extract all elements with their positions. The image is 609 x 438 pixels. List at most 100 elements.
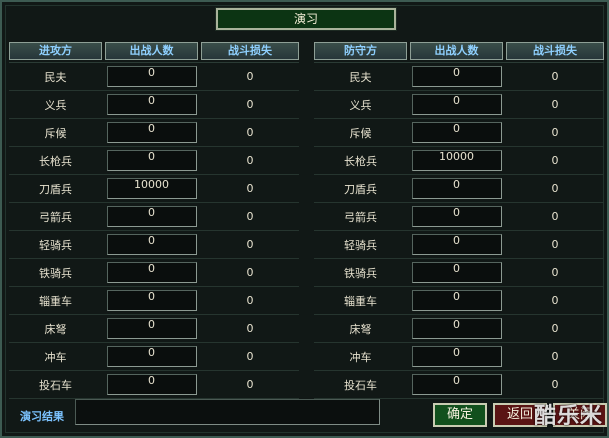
attacker-unit-row: 斥候 0 0 bbox=[9, 119, 299, 147]
unit-count-cell: 0 bbox=[410, 318, 503, 339]
defender-unit-row: 刀盾兵 0 0 bbox=[314, 175, 604, 203]
unit-loss: 0 bbox=[246, 126, 254, 139]
unit-count-cell: 0 bbox=[410, 374, 503, 395]
defender-unit-row: 长枪兵 10000 0 bbox=[314, 147, 604, 175]
confirm-button[interactable]: 确定 bbox=[433, 403, 487, 427]
defender-unit-row: 民夫 0 0 bbox=[314, 63, 604, 91]
defender-unit-row: 弓箭兵 0 0 bbox=[314, 203, 604, 231]
unit-count-cell: 0 bbox=[410, 66, 503, 87]
unit-count-cell: 0 bbox=[410, 206, 503, 227]
unit-loss: 0 bbox=[246, 98, 254, 111]
unit-name: 冲车 bbox=[44, 350, 67, 364]
unit-count-input[interactable]: 0 bbox=[411, 374, 502, 395]
window-title: 演习 bbox=[215, 7, 397, 31]
defender-unit-row: 投石车 0 0 bbox=[314, 371, 604, 399]
unit-loss: 0 bbox=[551, 154, 559, 167]
unit-count-input[interactable]: 0 bbox=[411, 206, 502, 227]
unit-count-input[interactable]: 0 bbox=[411, 318, 502, 339]
unit-name: 冲车 bbox=[349, 350, 372, 364]
unit-loss: 0 bbox=[551, 98, 559, 111]
unit-count-input[interactable]: 0 bbox=[411, 346, 502, 367]
defender-header-side: 防守方 bbox=[314, 42, 407, 60]
unit-count-input[interactable]: 10000 bbox=[106, 178, 197, 199]
unit-count-cell: 10000 bbox=[410, 150, 503, 171]
attacker-header-loss: 战斗损失 bbox=[201, 42, 299, 60]
attacker-unit-row: 弓箭兵 0 0 bbox=[9, 203, 299, 231]
unit-count-cell: 0 bbox=[105, 94, 198, 115]
attacker-unit-row: 轻骑兵 0 0 bbox=[9, 231, 299, 259]
attacker-header-count: 出战人数 bbox=[105, 42, 198, 60]
unit-count-input[interactable]: 0 bbox=[411, 66, 502, 87]
unit-loss: 0 bbox=[551, 322, 559, 335]
defender-unit-row: 轻骑兵 0 0 bbox=[314, 231, 604, 259]
unit-name: 长枪兵 bbox=[344, 154, 377, 168]
unit-name: 铁骑兵 bbox=[344, 266, 377, 280]
unit-count-cell: 10000 bbox=[105, 178, 198, 199]
attacker-rows: 民夫 0 0 义兵 0 0 斥候 0 0 长枪兵 0 0 刀盾兵 10000 0 弓箭兵 0 0 轻骑兵 0 0 铁骑兵 0… bbox=[9, 62, 299, 399]
watermark-logo: 酷乐米 bbox=[533, 404, 603, 429]
attacker-unit-row: 辎重车 0 0 bbox=[9, 287, 299, 315]
unit-count-input[interactable]: 0 bbox=[411, 178, 502, 199]
unit-count-input[interactable]: 0 bbox=[106, 346, 197, 367]
defender-unit-row: 铁骑兵 0 0 bbox=[314, 259, 604, 287]
defender-header: 防守方 出战人数 战斗损失 bbox=[314, 42, 604, 62]
unit-loss: 0 bbox=[551, 350, 559, 363]
defender-unit-row: 辎重车 0 0 bbox=[314, 287, 604, 315]
unit-count-input[interactable]: 0 bbox=[106, 150, 197, 171]
unit-name: 刀盾兵 bbox=[39, 182, 72, 196]
unit-name: 斥候 bbox=[44, 126, 67, 140]
unit-count-input[interactable]: 0 bbox=[411, 234, 502, 255]
unit-loss: 0 bbox=[246, 238, 254, 251]
unit-count-input[interactable]: 0 bbox=[106, 66, 197, 87]
unit-name: 刀盾兵 bbox=[344, 182, 377, 196]
unit-count-cell: 0 bbox=[410, 290, 503, 311]
unit-count-input[interactable]: 0 bbox=[106, 122, 197, 143]
unit-name: 轻骑兵 bbox=[39, 238, 72, 252]
unit-count-input[interactable]: 0 bbox=[106, 374, 197, 395]
unit-loss: 0 bbox=[551, 210, 559, 223]
unit-name: 弓箭兵 bbox=[344, 210, 377, 224]
unit-loss: 0 bbox=[551, 266, 559, 279]
defender-rows: 民夫 0 0 义兵 0 0 斥候 0 0 长枪兵 10000 0 刀盾兵 0 0 弓箭兵 0 0 轻骑兵 0 0 铁骑兵 0… bbox=[314, 62, 604, 399]
unit-count-input[interactable]: 0 bbox=[106, 290, 197, 311]
unit-name: 辎重车 bbox=[39, 294, 72, 308]
unit-count-cell: 0 bbox=[105, 346, 198, 367]
unit-count-cell: 0 bbox=[105, 66, 198, 87]
defender-unit-row: 义兵 0 0 bbox=[314, 91, 604, 119]
unit-count-input[interactable]: 0 bbox=[106, 234, 197, 255]
unit-loss: 0 bbox=[246, 210, 254, 223]
unit-loss: 0 bbox=[246, 378, 254, 391]
unit-loss: 0 bbox=[551, 182, 559, 195]
unit-loss: 0 bbox=[246, 182, 254, 195]
unit-count-input[interactable]: 0 bbox=[106, 206, 197, 227]
unit-name: 民夫 bbox=[44, 70, 67, 84]
unit-count-input[interactable]: 0 bbox=[411, 290, 502, 311]
unit-name: 民夫 bbox=[349, 70, 372, 84]
attacker-unit-row: 冲车 0 0 bbox=[9, 343, 299, 371]
unit-name: 义兵 bbox=[44, 98, 67, 112]
attacker-unit-row: 床弩 0 0 bbox=[9, 315, 299, 343]
attacker-unit-row: 投石车 0 0 bbox=[9, 371, 299, 399]
defender-header-loss: 战斗损失 bbox=[506, 42, 604, 60]
unit-count-input[interactable]: 10000 bbox=[411, 150, 502, 171]
unit-loss: 0 bbox=[246, 350, 254, 363]
unit-count-input[interactable]: 0 bbox=[106, 94, 197, 115]
unit-count-input[interactable]: 0 bbox=[106, 262, 197, 283]
unit-loss: 0 bbox=[551, 238, 559, 251]
unit-count-cell: 0 bbox=[105, 318, 198, 339]
defender-header-count: 出战人数 bbox=[410, 42, 503, 60]
unit-name: 义兵 bbox=[349, 98, 372, 112]
attacker-unit-row: 刀盾兵 10000 0 bbox=[9, 175, 299, 203]
unit-count-input[interactable]: 0 bbox=[411, 262, 502, 283]
defender-unit-row: 斥候 0 0 bbox=[314, 119, 604, 147]
attacker-unit-row: 长枪兵 0 0 bbox=[9, 147, 299, 175]
unit-loss: 0 bbox=[246, 266, 254, 279]
attacker-unit-row: 民夫 0 0 bbox=[9, 63, 299, 91]
unit-count-input[interactable]: 0 bbox=[411, 94, 502, 115]
attacker-header-side: 进攻方 bbox=[9, 42, 102, 60]
unit-name: 床弩 bbox=[349, 322, 372, 336]
unit-name: 投石车 bbox=[344, 378, 377, 392]
unit-count-input[interactable]: 0 bbox=[106, 318, 197, 339]
unit-count-cell: 0 bbox=[410, 262, 503, 283]
unit-count-input[interactable]: 0 bbox=[411, 122, 502, 143]
